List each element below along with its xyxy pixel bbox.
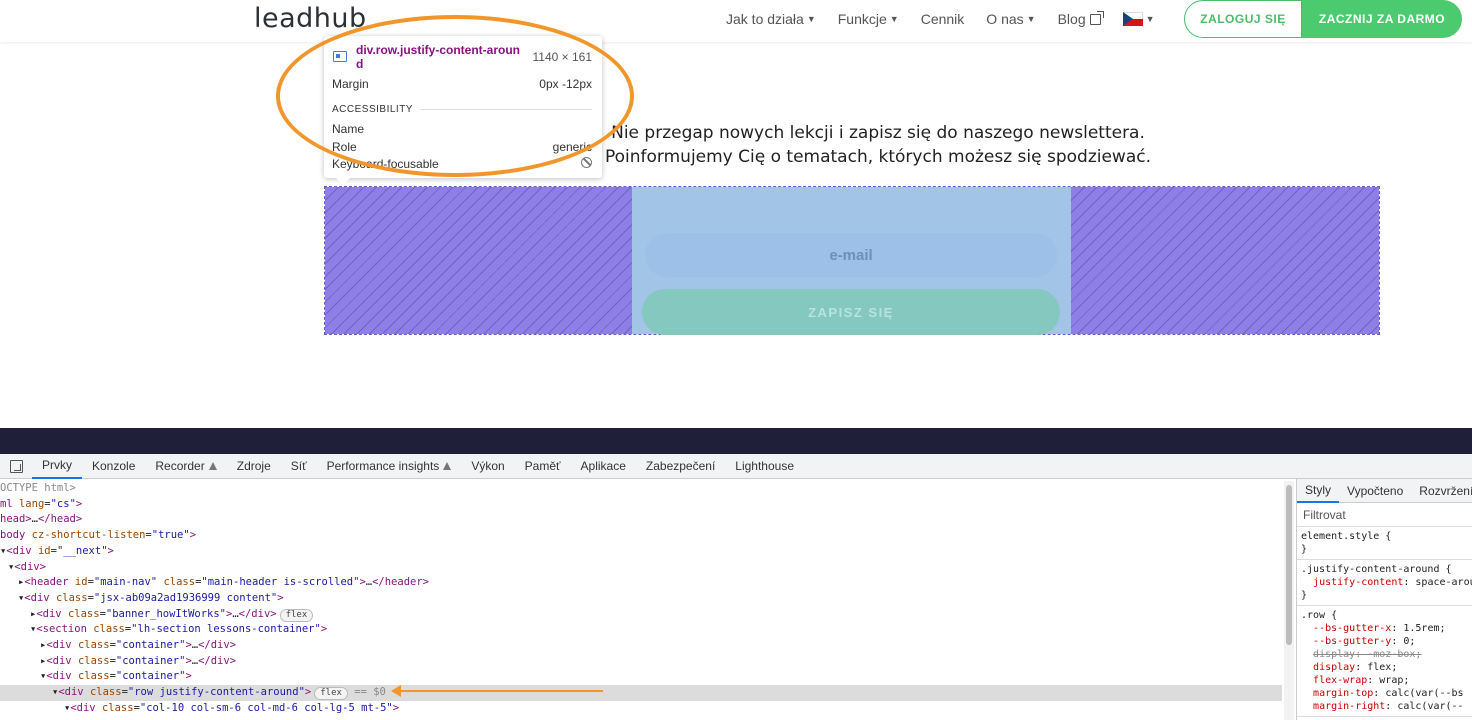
tab-security[interactable]: Zabezpečení [636, 454, 725, 479]
accessibility-heading: ACCESSIBILITY [332, 104, 592, 115]
styles-filter-input[interactable]: Filtrovat [1297, 503, 1472, 527]
tooltip-size: 1140 × 161 [532, 50, 592, 64]
main-nav: Jak to działa ▼ Funkcje ▼ Cennik O nas ▼ Bl… [726, 10, 1177, 27]
tab-computed[interactable]: Vypočteno [1339, 479, 1411, 503]
flex-container-icon [333, 51, 347, 62]
language-switcher[interactable]: ▼ [1122, 12, 1155, 26]
annotation-arrow [391, 685, 603, 697]
inspect-element-icon[interactable] [0, 454, 32, 479]
tab-memory[interactable]: Paměť [515, 454, 571, 479]
tab-recorder[interactable]: Recorder [145, 454, 226, 479]
tab-layout[interactable]: Rozvržení [1411, 479, 1472, 503]
tooltip-role-row: Role generic [332, 140, 592, 154]
nav-item-funkcje[interactable]: Funkcje ▼ [838, 11, 899, 27]
keyboard-label: Keyboard-focusable [332, 157, 439, 171]
dom-line[interactable]: ▾<div> [8, 560, 46, 576]
inspected-row-highlight: e-mail ZAPISZ SIĘ [324, 186, 1380, 335]
not-focusable-icon [581, 157, 592, 168]
tooltip-selector: div.row.justify-content-around [356, 43, 520, 71]
dom-line[interactable]: ▾<section class="lh-section lessons-cont… [30, 622, 327, 638]
styles-pane: Styly Vypočteno Rozvržení Filtrovat elem… [1296, 479, 1472, 720]
dom-tree[interactable]: OCTYPE html> ml lang="cs"> head>…</head>… [0, 481, 1282, 720]
tab-performance[interactable]: Výkon [461, 454, 514, 479]
caret-down-icon: ▼ [889, 14, 899, 24]
nav-label: Cennik [920, 11, 965, 27]
dom-line[interactable]: head>…</head> [0, 512, 82, 528]
tab-application[interactable]: Aplikace [571, 454, 636, 479]
dom-line[interactable]: ml lang="cs"> [0, 497, 82, 513]
devtools-tabbar: Prvky Konzole Recorder Zdroje Síť Perfor… [0, 454, 1472, 479]
start-free-button[interactable]: ZACZNIJ ZA DARMO [1302, 0, 1462, 38]
newsletter-column: e-mail ZAPISZ SIĘ [632, 187, 1071, 335]
screen: leadhub Jak to działa ▼ Funkcje ▼ Cennik O… [0, 0, 1472, 720]
inspector-tooltip: div.row.justify-content-around 1140 × 16… [324, 36, 602, 185]
nav-item-o-nas[interactable]: O nas ▼ [986, 11, 1035, 27]
newsletter-text: Nie przegap nowych lekcji i zapisz się d… [600, 121, 1156, 169]
caret-down-icon: ▼ [1026, 14, 1036, 24]
dom-line[interactable]: ▾<div class="jsx-ab09a2ad1936999 content… [18, 591, 284, 607]
dom-line[interactable]: ▸<header id="main-nav" class="main-heade… [18, 575, 429, 591]
role-value: generic [552, 140, 592, 154]
dom-line[interactable]: ▸<div class="container">…</div> [40, 638, 236, 654]
external-link-icon [1089, 10, 1104, 25]
experimental-flask-icon [443, 462, 452, 470]
dom-line[interactable]: body cz-shortcut-listen="true"> [0, 528, 196, 544]
tab-styles[interactable]: Styly [1297, 479, 1340, 503]
tab-performance-insights[interactable]: Performance insights [317, 454, 462, 479]
newsletter-line-2: Poinformujemy Cię o tematach, których mo… [604, 147, 1151, 167]
margin-value: 0px -12px [539, 77, 592, 91]
caret-down-icon: ▼ [1145, 14, 1155, 24]
czech-flag-icon [1122, 12, 1143, 26]
devtools-panel: Prvky Konzole Recorder Zdroje Síť Perfor… [0, 454, 1472, 720]
newsletter-line-1: Nie przegap nowych lekcji i zapisz się d… [611, 123, 1145, 143]
tooltip-name-row: Name [332, 122, 592, 136]
nav-item-cennik[interactable]: Cennik [921, 11, 965, 27]
tab-elements[interactable]: Prvky [32, 454, 82, 479]
padding-overlay-right [1071, 187, 1379, 334]
dom-line[interactable]: ▾<div class="col-10 col-sm-6 col-md-6 co… [64, 701, 399, 717]
nav-item-jak-to-dziala[interactable]: Jak to działa ▼ [726, 11, 816, 27]
dom-line-selected[interactable]: ▾<div class="row justify-content-around"… [0, 685, 1282, 701]
padding-overlay-left [325, 187, 632, 334]
tab-console[interactable]: Konzole [82, 454, 145, 479]
dom-line[interactable]: ▸<div class="banner_howItWorks">…</div> f… [30, 607, 314, 623]
dom-line[interactable]: OCTYPE html> [0, 481, 76, 497]
css-rule-justify-content-around[interactable]: .justify-content-around { justify-conten… [1297, 560, 1472, 606]
css-rule-element-style[interactable]: element.style { } [1297, 527, 1472, 560]
caret-down-icon: ▼ [806, 14, 816, 24]
nav-item-blog[interactable]: Blog [1057, 10, 1104, 27]
nav-label: O nas [986, 11, 1024, 27]
site-header: leadhub Jak to działa ▼ Funkcje ▼ Cennik O… [0, 0, 1472, 42]
nav-label: Blog [1057, 11, 1086, 27]
dom-line[interactable]: ▸<div class="container">…</div> [40, 654, 236, 670]
page-footer-band [0, 428, 1472, 454]
dom-line[interactable]: ▾<div id="__next"> [0, 544, 114, 560]
email-input[interactable]: e-mail [645, 233, 1057, 277]
leadhub-logo[interactable]: leadhub [254, 3, 367, 34]
nav-label: Jak to działa [726, 11, 804, 27]
tooltip-keyboard-row: Keyboard-focusable [332, 157, 592, 171]
role-label: Role [332, 140, 357, 154]
tooltip-margin-row: Margin 0px -12px [332, 77, 592, 91]
name-label: Name [332, 122, 365, 136]
dom-tree-scrollbar[interactable] [1284, 481, 1294, 720]
dom-line[interactable]: ▾<div class="container"> [40, 669, 192, 685]
tab-network[interactable]: Síť [281, 454, 317, 479]
experimental-flask-icon [208, 462, 217, 470]
nav-label: Funkcje [837, 11, 887, 27]
styles-tabbar: Styly Vypočteno Rozvržení [1297, 479, 1472, 503]
tab-sources[interactable]: Zdroje [227, 454, 281, 479]
css-rule-row[interactable]: .row { --bs-gutter-x: 1.5rem; --bs-gutte… [1297, 606, 1472, 717]
login-button[interactable]: ZALOGUJ SIĘ [1184, 0, 1302, 38]
tab-lighthouse[interactable]: Lighthouse [725, 454, 804, 479]
margin-label: Margin [332, 77, 369, 91]
subscribe-button[interactable]: ZAPISZ SIĘ [642, 289, 1060, 335]
